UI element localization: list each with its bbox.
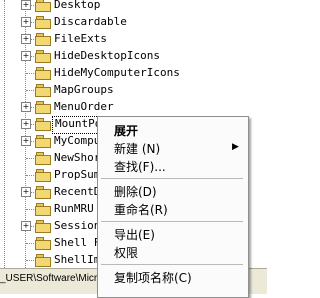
menu-item-label: 新建 (N) [114,142,161,156]
menu-item-label: 重命名(R) [114,203,168,217]
tree-item[interactable]: + MenuOrder [0,99,267,116]
folder-icon [35,254,51,267]
expand-toggle-icon[interactable]: + [21,187,31,197]
menu-item[interactable]: 展开 [98,121,248,139]
tree-item[interactable]: + HideDesktopIcons [0,48,267,65]
folder-icon [35,169,51,182]
menu-item[interactable]: 新建 (N) ▶ [98,139,248,157]
folder-icon [35,203,51,216]
menu-item-label: 查找(F)... [114,160,166,174]
folder-icon [35,135,51,148]
folder-icon [35,67,51,80]
menu-separator [101,264,243,265]
tree-item-label[interactable]: Desktop [52,0,102,13]
folder-icon [35,152,51,165]
folder-icon [35,186,51,199]
status-path: _USER\Software\Micr [0,273,98,284]
tree-item[interactable]: HideMyComputerIcons [0,65,267,82]
tree-item-label[interactable]: MenuOrder [52,99,116,115]
menu-separator [101,178,243,179]
menu-item[interactable]: 导出(E) [98,225,248,243]
tree-item-label[interactable]: FileExts [52,31,109,47]
tree-item-label[interactable]: HideDesktopIcons [52,48,162,64]
menu-item[interactable]: 复制项名称(C) [98,268,248,286]
tree-item[interactable]: + Discardable [0,14,267,31]
menu-item[interactable]: 查找(F)... [98,157,248,175]
menu-item-label: 删除(D) [114,185,157,199]
expand-toggle-icon[interactable]: + [21,17,31,27]
folder-icon [35,84,51,97]
folder-icon [35,118,51,131]
menu-item-label: 权限 [114,246,139,260]
expand-toggle-icon[interactable]: + [21,136,31,146]
menu-item-label: 复制项名称(C) [114,271,192,285]
tree-item-label[interactable]: MapGroups [52,82,116,98]
folder-icon [35,237,51,250]
expand-toggle-icon[interactable]: + [21,102,31,112]
menu-item[interactable]: 权限 [98,243,248,261]
expand-toggle-icon[interactable]: + [21,221,31,231]
folder-icon [35,33,51,46]
submenu-arrow-icon: ▶ [232,142,239,152]
folder-icon [35,50,51,63]
folder-icon [35,101,51,114]
menu-separator [101,221,243,222]
folder-icon [35,220,51,233]
menu-item-label: 导出(E) [114,228,155,242]
menu-item-label: 展开 [114,124,139,138]
tree-item[interactable]: + Desktop [0,0,267,14]
menu-item[interactable]: 重命名(R) [98,200,248,218]
tree-item[interactable]: + FileExts [0,31,267,48]
tree-item-label[interactable]: HideMyComputerIcons [52,65,182,81]
tree-item-label[interactable]: RunMRU [52,201,96,217]
expand-toggle-icon[interactable]: + [21,0,31,10]
menu-item[interactable]: 删除(D) [98,182,248,200]
expand-toggle-icon[interactable]: + [21,119,31,129]
tree-item[interactable]: MapGroups [0,82,267,99]
tree-item-label[interactable]: Discardable [52,14,129,30]
folder-icon [35,0,51,12]
expand-toggle-icon[interactable]: + [21,51,31,61]
expand-toggle-icon[interactable]: + [21,34,31,44]
folder-icon [35,16,51,29]
context-menu: 展开新建 (N) ▶ 查找(F)... 删除(D) 重命名(R) 导出(E) 权限复制项名称… [97,116,249,298]
